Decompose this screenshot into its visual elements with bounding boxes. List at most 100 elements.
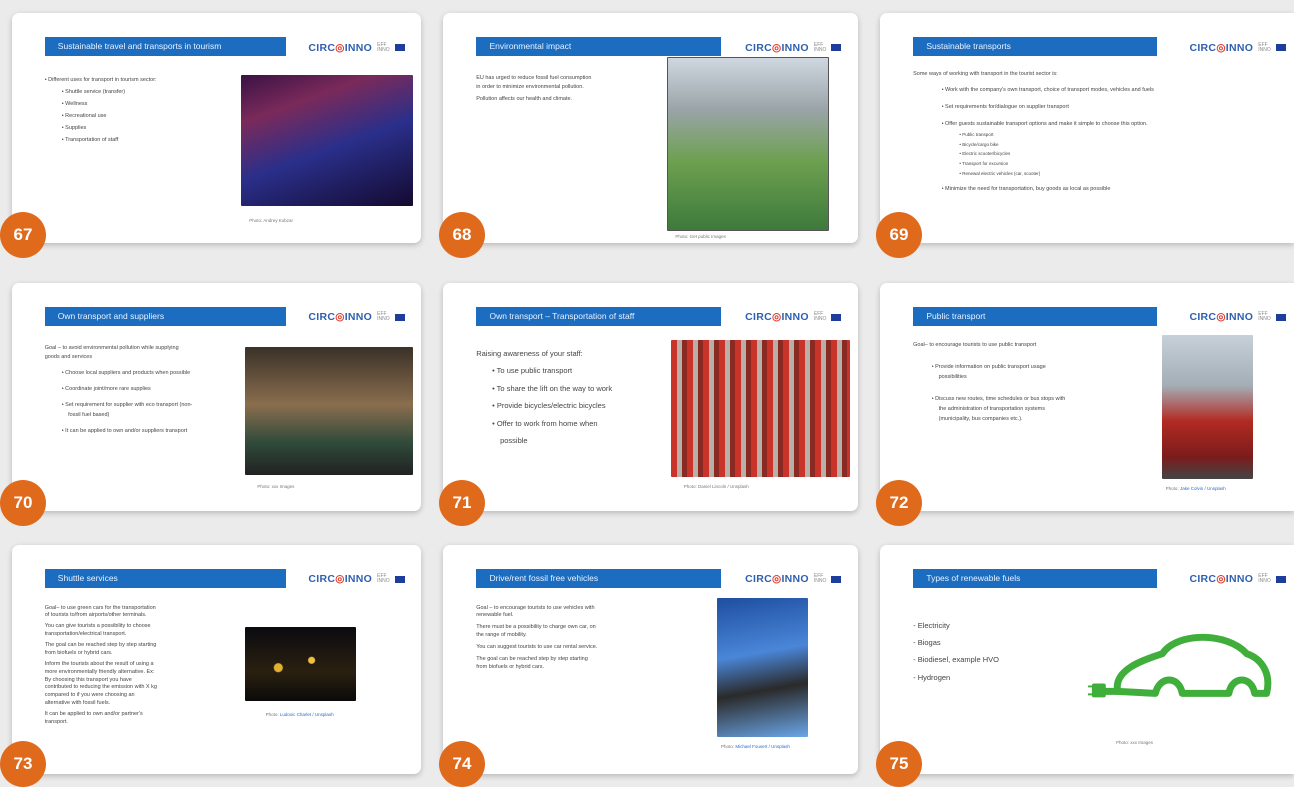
image-caption: Photo: Get public Images <box>675 233 726 239</box>
slide-body: Goal – to avoid environmental pollution … <box>45 345 258 435</box>
slide-body: Goal– to use green cars for the transpor… <box>45 605 241 726</box>
slide-card-74[interactable]: Drive/rent fossil free vehicles CIRC◎INN… <box>443 545 858 774</box>
body-line: • Offer guests sustainable transport opt… <box>941 121 1148 128</box>
partner-logo: EFF INNO <box>377 573 390 585</box>
circinno-logo: CIRC◎INNO <box>745 573 809 586</box>
body-line: - Biogas <box>913 637 941 647</box>
body-line: • Transportation of staff <box>61 136 119 143</box>
slide-title: Shuttle services <box>44 569 287 589</box>
logo-group: CIRC◎INNO EFF INNO <box>745 306 842 329</box>
logo-group: CIRC◎INNO EFF INNO <box>1189 36 1286 59</box>
slide-number-badge-75: 75 <box>876 741 922 787</box>
slide-number-badge-69: 69 <box>876 212 922 258</box>
body-line: • Choose local suppliers and products wh… <box>61 370 191 377</box>
night-bus-photo <box>241 75 413 207</box>
photo-credit-link[interactable]: Ludovic Charlet / Unsplash <box>280 712 334 717</box>
circinno-logo: CIRC◎INNO <box>745 311 809 324</box>
circinno-logo: CIRC◎INNO <box>308 573 373 586</box>
logo-group: CIRC◎INNO EFF INNO <box>308 36 405 59</box>
slide-title: Public transport <box>913 306 1158 326</box>
body-line: • Supplies <box>61 124 87 131</box>
image-caption: Photo: Jake Colvin / Unsplash <box>1165 485 1226 491</box>
body-line: • Minimize the need for transportation, … <box>941 186 1111 193</box>
body-line: (municipality, bus companies etc.). <box>938 415 1023 422</box>
body-line: fossil fuel based) <box>68 411 110 418</box>
body-line: EU has urged to reduce fossil fuel consu… <box>476 75 592 82</box>
slide-number-badge-70: 70 <box>0 480 46 526</box>
image-caption: Photo: Ludovic Charlet / Unsplash <box>265 712 334 718</box>
image-caption: Photo: Michael Fousert / Unsplash <box>721 744 790 750</box>
body-line: transport. <box>44 718 68 725</box>
red-bus-photo <box>1161 335 1253 480</box>
slide-card-71[interactable]: Own transport – Transportation of staff … <box>443 283 858 511</box>
body-line: of tourists to/from airports/other termi… <box>44 612 147 619</box>
body-line: the administration of transportation sys… <box>938 405 1045 412</box>
slide-title: Sustainable transports <box>913 37 1158 57</box>
slide-card-72[interactable]: Public transport CIRC◎INNO EFF INNO Goal–… <box>880 283 1294 511</box>
body-line: • Transport for excursion <box>959 160 1009 166</box>
night-taxi-photo <box>245 627 356 701</box>
body-line: • Provide information on public transpor… <box>931 364 1046 371</box>
slide-title: Environmental impact <box>476 37 722 57</box>
slide-number-badge-74: 74 <box>439 741 485 787</box>
body-line: alternative with fossil fuels. <box>44 700 111 707</box>
partner-logo: EFF INNO <box>1258 311 1271 323</box>
slide-number-badge-72: 72 <box>876 480 922 526</box>
slide-grid: Sustainable travel and transports in tou… <box>0 0 1294 787</box>
slide-number-badge-73: 73 <box>0 741 46 787</box>
partner-logo: EFF INNO <box>813 311 827 323</box>
photo-credit-link[interactable]: Michael Fousert / Unsplash <box>735 744 790 749</box>
eu-flag-icon <box>394 44 405 51</box>
slide-body: - Electricity - Biogas - Biodiesel, exam… <box>913 621 1099 683</box>
eu-flag-icon <box>1275 44 1286 51</box>
circinno-logo: CIRC◎INNO <box>1189 311 1254 324</box>
slide-card-70[interactable]: Own transport and suppliers CIRC◎INNO EF… <box>12 283 421 511</box>
eu-flag-icon <box>394 575 405 583</box>
logo-group: CIRC◎INNO EFF INNO <box>1189 306 1286 329</box>
body-line: • Offer to work from home when <box>492 418 598 428</box>
bike-share-photo <box>671 340 850 477</box>
slide-card-68[interactable]: Environmental impact CIRC◎INNO EFF INNO E… <box>443 13 858 243</box>
slide-title: Own transport – Transportation of staff <box>476 306 722 326</box>
body-line: Goal – to avoid environmental pollution … <box>44 344 179 351</box>
slide-card-69[interactable]: Sustainable transports CIRC◎INNO EFF INNO… <box>880 13 1294 243</box>
body-line: • Set requirements for/dialogue on suppl… <box>941 104 1069 111</box>
image-caption: Photo: xxx Images <box>1115 739 1153 745</box>
slide-body: Raising awareness of your staff: • To us… <box>476 349 675 445</box>
body-line: • Discuss new routes, time schedules or … <box>931 395 1066 402</box>
body-line: • To share the lift on the way to work <box>492 383 613 393</box>
body-line: The goal can be reached step by step sta… <box>44 642 157 649</box>
body-line: • Wellness <box>61 101 88 108</box>
body-line: transportation/electrical transport. <box>44 631 127 638</box>
body-line: • Set requirement for supplier with eco … <box>61 402 193 409</box>
slide-card-67[interactable]: Sustainable travel and transports in tou… <box>12 13 421 243</box>
logo-group: CIRC◎INNO EFF INNO <box>745 36 842 59</box>
body-line: Pollution affects our health and climate… <box>476 95 573 102</box>
partner-logo: EFF INNO <box>377 41 390 53</box>
ev-charger-photo <box>716 597 809 738</box>
body-line: possibilities <box>938 374 967 381</box>
body-line: • Shuttle service (transfer) <box>61 89 126 96</box>
body-line: Goal– to use green cars for the transpor… <box>44 604 156 611</box>
eu-flag-icon <box>831 44 842 51</box>
eu-flag-icon <box>831 575 842 583</box>
body-line: The goal can be reached step by step sta… <box>476 655 588 662</box>
slide-body: Goal– to encourage tourists to use publi… <box>913 342 1145 422</box>
partner-logo: EFF INNO <box>813 41 827 53</box>
body-line: contributed to reducing the emission wit… <box>44 684 157 691</box>
slide-card-75[interactable]: Types of renewable fuels CIRC◎INNO EFF IN… <box>880 545 1294 774</box>
eu-flag-icon <box>1275 575 1286 583</box>
body-line: • Electric scooter/bicycles <box>959 151 1011 157</box>
body-line: from biofuels or hybrid cars. <box>476 663 545 670</box>
toy-car-boxes-photo <box>245 346 413 475</box>
slide-body: EU has urged to reduce fossil fuel consu… <box>476 75 663 103</box>
body-line: It can be applied to own and/or partner'… <box>44 711 143 718</box>
body-line: You can suggest tourists to use car rent… <box>476 644 598 651</box>
image-caption: Photo: xxx Images <box>257 483 295 489</box>
body-line: • It can be applied to own and/or suppli… <box>61 427 188 434</box>
body-line: renewable fuel. <box>476 612 514 619</box>
body-line: Inform the tourists about the result of … <box>44 660 154 667</box>
slide-title: Types of renewable fuels <box>913 569 1158 589</box>
photo-credit-link[interactable]: Jake Colvin / Unsplash <box>1180 486 1226 491</box>
slide-card-73[interactable]: Shuttle services CIRC◎INNO EFF INNO Goal–… <box>12 545 421 774</box>
